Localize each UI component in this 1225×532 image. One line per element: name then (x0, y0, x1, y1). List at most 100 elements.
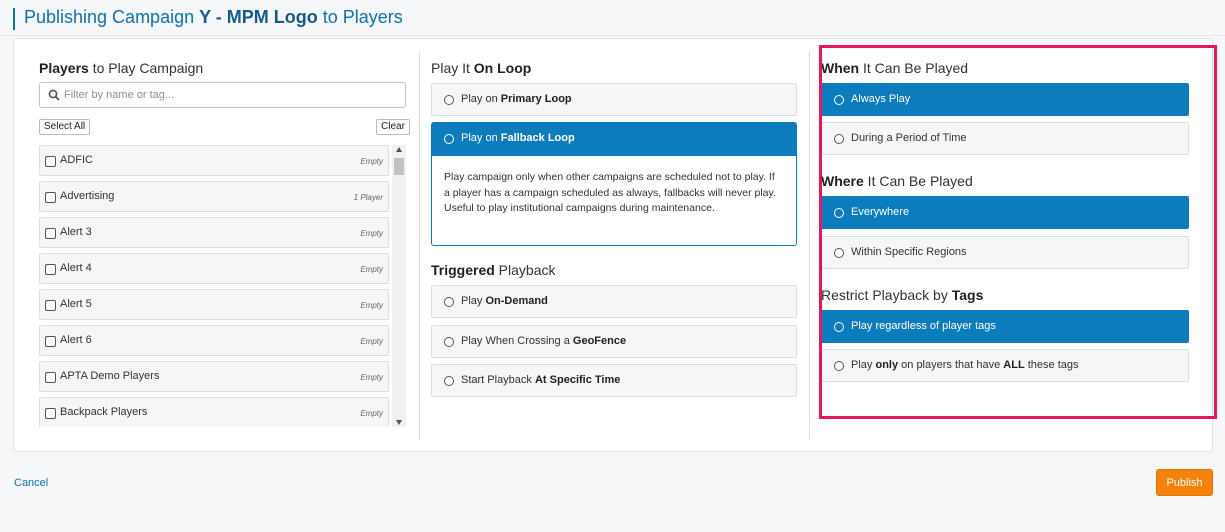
fallback-loop-header[interactable]: Play on Fallback Loop (432, 123, 796, 156)
when-title-bold: When (821, 60, 860, 76)
scroll-up-arrow-icon[interactable] (396, 147, 402, 152)
cancel-link[interactable]: Cancel (14, 477, 48, 489)
column-divider-1 (419, 51, 420, 440)
only-tags-prefix: Play (851, 359, 876, 371)
scroll-down-arrow-icon[interactable] (396, 420, 402, 425)
player-list-item[interactable]: Alert 6 Empty (39, 325, 389, 356)
fallback-loop-option[interactable]: Play on Fallback Loop Play campaign only… (431, 122, 797, 246)
player-checkbox[interactable] (45, 408, 56, 419)
column-divider-2 (809, 51, 810, 440)
player-name: Alert 4 (60, 262, 92, 274)
specific-regions-option[interactable]: Within Specific Regions (821, 236, 1189, 269)
radio-icon (444, 376, 454, 386)
player-list-item[interactable]: Alert 4 Empty (39, 253, 389, 284)
always-play-option[interactable]: Always Play (821, 83, 1189, 116)
regardless-of-tags-option[interactable]: Play regardless of player tags (821, 310, 1189, 343)
player-name: Alert 6 (60, 334, 92, 346)
select-all-button[interactable]: Select All (39, 119, 91, 135)
player-list-item[interactable]: Advertising 1 Player (39, 181, 389, 212)
player-list-item[interactable]: ADFIC Empty (39, 145, 389, 176)
radio-icon (444, 134, 454, 144)
triggered-title-rest: Playback (494, 262, 556, 278)
specific-time-bold: At Specific Time (534, 374, 621, 386)
everywhere-option[interactable]: Everywhere (821, 196, 1189, 229)
search-icon (48, 89, 60, 101)
player-name: Advertising (60, 190, 115, 202)
tags-section-title: Restrict Playback by Tags (821, 287, 983, 303)
only-with-tags-option[interactable]: Play only on players that have ALL these… (821, 349, 1189, 382)
player-name: Backpack Players (60, 406, 148, 418)
players-section-title: Players to Play Campaign (39, 60, 203, 76)
player-count: Empty (360, 409, 383, 418)
player-checkbox[interactable] (45, 192, 56, 203)
player-count: Empty (360, 265, 383, 274)
where-section-title: Where It Can Be Played (821, 173, 973, 189)
specific-time-prefix: Start Playback (461, 374, 535, 386)
primary-loop-prefix: Play on (461, 93, 501, 105)
player-name: Alert 3 (60, 226, 92, 238)
loop-title-rest: Play It (431, 60, 474, 76)
player-list-item[interactable]: Alert 3 Empty (39, 217, 389, 248)
player-list-item[interactable]: Backpack Players Empty (39, 397, 389, 427)
only-tags-mid: on players that have (898, 359, 1004, 371)
player-count: 1 Player (353, 193, 383, 202)
specific-time-option[interactable]: Start Playback At Specific Time (431, 364, 797, 397)
everywhere-label: Everywhere (851, 206, 910, 218)
player-filter-input[interactable] (64, 86, 394, 104)
fallback-loop-prefix: Play on (461, 132, 501, 144)
player-checkbox[interactable] (45, 156, 56, 167)
only-with-tags-label: Play only on players that have ALL these… (851, 359, 1079, 371)
player-count: Empty (360, 229, 383, 238)
geofence-label: Play When Crossing a GeoFence (461, 335, 626, 347)
always-play-label: Always Play (851, 93, 911, 105)
only-tags-bold: only (875, 359, 899, 371)
when-section-title: When It Can Be Played (821, 60, 968, 76)
radio-icon (444, 337, 454, 347)
radio-icon (834, 248, 844, 258)
player-checkbox[interactable] (45, 372, 56, 383)
period-of-time-option[interactable]: During a Period of Time (821, 122, 1189, 155)
geofence-prefix: Play When Crossing a (461, 335, 573, 347)
player-checkbox[interactable] (45, 228, 56, 239)
player-count: Empty (360, 373, 383, 382)
header-accent-bar (13, 8, 15, 30)
period-of-time-label: During a Period of Time (851, 132, 967, 144)
loop-title-bold: On Loop (473, 60, 532, 76)
player-checkbox[interactable] (45, 336, 56, 347)
radio-icon (834, 361, 844, 371)
radio-icon (834, 95, 844, 105)
primary-loop-option[interactable]: Play on Primary Loop (431, 83, 797, 116)
on-demand-option[interactable]: Play On-Demand (431, 285, 797, 318)
where-title-rest: It Can Be Played (863, 173, 973, 189)
player-list: ADFIC Empty Advertising 1 Player Alert 3… (39, 145, 391, 427)
radio-icon (834, 208, 844, 218)
page-title: Publishing Campaign Y - MPM Logo to Play… (24, 7, 403, 28)
player-checkbox[interactable] (45, 264, 56, 275)
regardless-of-tags-label: Play regardless of player tags (851, 320, 996, 332)
triggered-title-bold: Triggered (431, 262, 495, 278)
player-count: Empty (360, 301, 383, 310)
publish-panel: Players to Play Campaign Select All Clea… (13, 38, 1213, 452)
clear-button[interactable]: Clear (376, 119, 410, 135)
title-prefix: Publishing Campaign (24, 7, 200, 27)
title-suffix: to Players (317, 7, 403, 27)
scroll-thumb[interactable] (394, 158, 404, 175)
player-list-item[interactable]: APTA Demo Players Empty (39, 361, 389, 392)
publish-button[interactable]: Publish (1156, 469, 1213, 496)
primary-loop-label: Play on Primary Loop (461, 93, 572, 105)
where-title-bold: Where (821, 173, 864, 189)
player-list-item[interactable]: Alert 5 Empty (39, 289, 389, 320)
player-checkbox[interactable] (45, 300, 56, 311)
radio-icon (834, 322, 844, 332)
player-count: Empty (360, 157, 383, 166)
when-title-rest: It Can Be Played (859, 60, 969, 76)
player-filter[interactable] (39, 82, 406, 108)
page-header: Publishing Campaign Y - MPM Logo to Play… (0, 0, 1225, 36)
radio-icon (444, 297, 454, 307)
player-count: Empty (360, 337, 383, 346)
radio-icon (834, 134, 844, 144)
player-name: APTA Demo Players (60, 370, 160, 382)
geofence-option[interactable]: Play When Crossing a GeoFence (431, 325, 797, 358)
primary-loop-bold: Primary Loop (500, 93, 572, 105)
player-list-scrollbar[interactable] (392, 145, 406, 427)
